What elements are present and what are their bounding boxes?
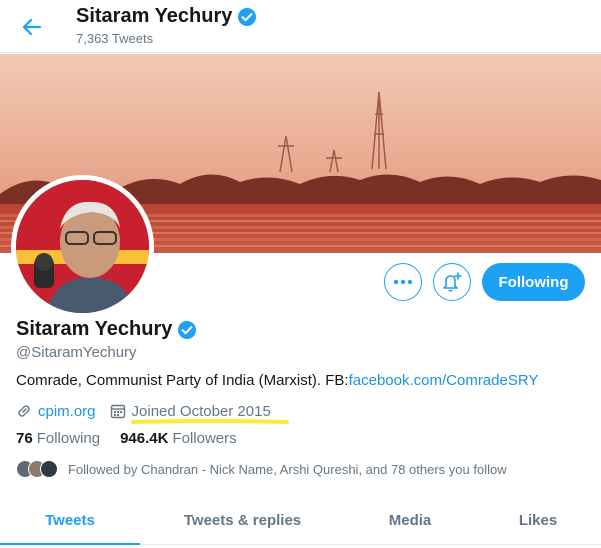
following-button[interactable]: Following — [482, 263, 585, 301]
profile-bio: Comrade, Communist Party of India (Marxi… — [16, 372, 538, 389]
joined-text: Joined October 2015 — [131, 402, 271, 420]
follower-avatar — [40, 460, 58, 478]
notifications-button[interactable] — [433, 263, 471, 301]
bio-facebook-link[interactable]: facebook.com/ComradeSRY — [349, 372, 539, 389]
more-options-button[interactable] — [384, 263, 422, 301]
more-dots-icon — [393, 279, 413, 285]
followers-stat[interactable]: 946.4K Followers — [120, 430, 237, 447]
followers-label: Followers — [172, 430, 237, 447]
following-stat[interactable]: 76 Following — [16, 430, 100, 447]
bell-plus-icon — [443, 272, 462, 292]
profile-handle: @SitaramYechury — [16, 344, 137, 361]
header-name: Sitaram Yechury — [76, 5, 233, 27]
profile-name-row: Sitaram Yechury — [16, 318, 197, 341]
joined-date: Joined October 2015 — [110, 403, 271, 420]
follower-avatars — [16, 460, 58, 478]
bio-text: Comrade, Communist Party of India (Marxi… — [16, 372, 349, 389]
tweet-count: 7,363 Tweets — [76, 31, 154, 46]
calendar-icon — [110, 404, 125, 419]
link-icon — [18, 405, 30, 417]
tab-media[interactable]: Media — [345, 496, 475, 544]
verified-badge-icon — [178, 320, 197, 339]
following-label: Following — [36, 430, 101, 447]
header-title: Sitaram Yechury — [76, 5, 257, 28]
profile-stats: 76 Following 946.4K Followers — [16, 430, 237, 447]
followed-by[interactable]: Followed by Chandran - Nick Name, Arshi … — [16, 458, 507, 480]
followed-by-text: Followed by Chandran - Nick Name, Arshi … — [68, 461, 507, 477]
profile-meta: cpim.org Joined October 2015 — [16, 401, 271, 421]
arrow-left-icon — [22, 18, 42, 36]
tab-tweets-replies[interactable]: Tweets & replies — [140, 496, 345, 544]
back-button[interactable] — [14, 12, 50, 42]
tab-likes[interactable]: Likes — [475, 496, 601, 544]
profile-tabs: Tweets Tweets & replies Media Likes — [0, 496, 601, 545]
profile-avatar[interactable] — [11, 175, 154, 318]
verified-badge-icon — [238, 7, 257, 26]
profile-name: Sitaram Yechury — [16, 318, 173, 340]
highlight-underline — [131, 419, 289, 424]
followers-count: 946.4K — [120, 430, 169, 447]
tab-tweets[interactable]: Tweets — [0, 496, 140, 545]
profile-header: Sitaram Yechury 7,363 Tweets — [0, 0, 601, 53]
following-count: 76 — [16, 430, 33, 447]
website-link[interactable]: cpim.org — [38, 403, 96, 420]
